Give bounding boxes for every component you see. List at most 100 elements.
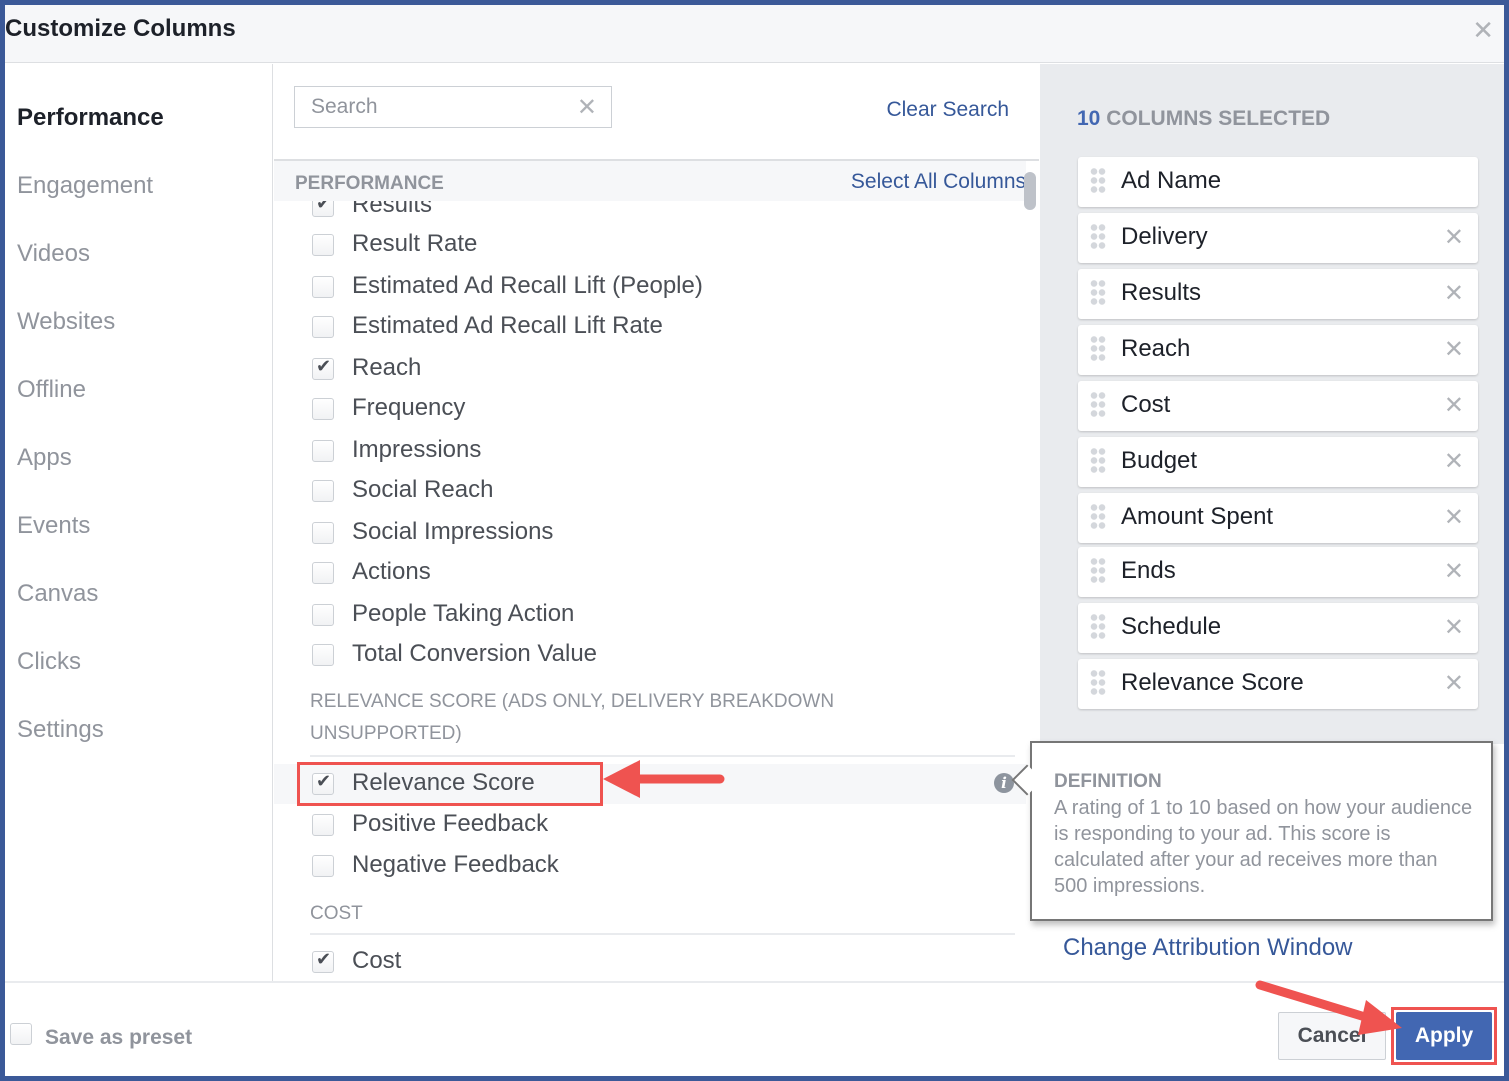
section-header: PERFORMANCE Select All Columns (274, 161, 1026, 201)
nav-item-canvas[interactable]: Canvas (17, 580, 98, 608)
option-label: Estimated Ad Recall Lift Rate (352, 312, 663, 339)
selected-column-label: Amount Spent (1121, 503, 1274, 530)
nav-item-websites[interactable]: Websites (17, 308, 115, 336)
option-checkbox[interactable] (312, 440, 334, 462)
checkmark-icon: ✔ (316, 771, 332, 791)
clear-search-link[interactable]: Clear Search (886, 98, 1009, 122)
remove-column-icon[interactable]: ✕ (1444, 391, 1464, 420)
checkmark-icon: ✔ (316, 356, 332, 376)
column-option[interactable]: ✔ Reach (274, 349, 1026, 389)
drag-handle-icon[interactable] (1090, 391, 1106, 419)
save-preset-label[interactable]: Save as preset (45, 1026, 192, 1050)
column-option[interactable]: Impressions (274, 431, 1026, 471)
remove-column-icon[interactable]: ✕ (1444, 557, 1464, 586)
drag-handle-icon[interactable] (1090, 557, 1106, 585)
column-option[interactable]: ✔ Cost (274, 942, 1026, 981)
remove-column-icon[interactable]: ✕ (1444, 223, 1464, 252)
option-checkbox[interactable] (312, 644, 334, 666)
option-checkbox[interactable] (312, 855, 334, 877)
nav-item-settings[interactable]: Settings (17, 716, 104, 744)
selected-column-label: Results (1121, 279, 1202, 306)
selected-column-ad-name[interactable]: Ad Name (1078, 157, 1478, 207)
close-icon[interactable]: ✕ (1472, 17, 1494, 43)
drag-handle-icon[interactable] (1090, 335, 1106, 363)
selected-column-cost[interactable]: Cost ✕ (1078, 381, 1478, 431)
save-preset-checkbox[interactable] (10, 1023, 32, 1045)
option-label: Actions (352, 558, 431, 585)
remove-column-icon[interactable]: ✕ (1444, 669, 1464, 698)
option-label: People Taking Action (352, 600, 575, 627)
remove-column-icon[interactable]: ✕ (1444, 613, 1464, 642)
selected-column-ends[interactable]: Ends ✕ (1078, 547, 1478, 597)
option-checkbox[interactable] (312, 234, 334, 256)
column-option[interactable]: Total Conversion Value (274, 635, 1026, 675)
dialog-title: Customize Columns (5, 15, 236, 42)
column-option[interactable]: People Taking Action (274, 595, 1026, 635)
column-option[interactable]: Estimated Ad Recall Lift Rate (274, 307, 1026, 347)
search-field[interactable]: ✕ (294, 86, 612, 128)
relevance-group-line2: UNSUPPORTED) (310, 723, 462, 744)
selected-column-results[interactable]: Results ✕ (1078, 269, 1478, 319)
cancel-button[interactable]: Cancel (1278, 1012, 1386, 1060)
nav-item-engagement[interactable]: Engagement (17, 172, 153, 200)
search-input[interactable] (295, 87, 565, 127)
selected-column-delivery[interactable]: Delivery ✕ (1078, 213, 1478, 263)
checkmark-icon: ✔ (316, 949, 332, 969)
apply-button[interactable]: Apply (1396, 1012, 1492, 1060)
nav-item-offline[interactable]: Offline (17, 376, 86, 404)
nav-item-events[interactable]: Events (17, 512, 90, 540)
option-checkbox[interactable] (312, 398, 334, 420)
drag-handle-icon[interactable] (1090, 447, 1106, 475)
column-option[interactable]: Result Rate (274, 225, 1026, 265)
select-all-columns-link[interactable]: Select All Columns (851, 170, 1026, 194)
dialog-footer: Save as preset Cancel Apply (5, 981, 1504, 1076)
drag-handle-icon[interactable] (1090, 167, 1106, 195)
column-option[interactable]: ✔ Relevance Score i (274, 764, 1026, 804)
column-option[interactable]: Actions (274, 553, 1026, 593)
clear-input-icon[interactable]: ✕ (577, 93, 597, 122)
nav-item-videos[interactable]: Videos (17, 240, 90, 268)
remove-column-icon[interactable]: ✕ (1444, 447, 1464, 476)
option-checkbox[interactable] (312, 604, 334, 626)
option-label: Reach (352, 354, 422, 381)
column-option[interactable]: Frequency (274, 389, 1026, 429)
option-checkbox[interactable] (312, 480, 334, 502)
nav-item-clicks[interactable]: Clicks (17, 648, 81, 676)
column-option[interactable]: Social Impressions (274, 513, 1026, 553)
option-label: Cost (352, 947, 402, 974)
option-checkbox[interactable] (312, 276, 334, 298)
option-checkbox[interactable]: ✔ (312, 949, 334, 973)
selected-column-relevance-score[interactable]: Relevance Score ✕ (1078, 659, 1478, 709)
option-checkbox[interactable] (312, 316, 334, 338)
column-option[interactable]: Negative Feedback (274, 846, 1026, 886)
option-label: Total Conversion Value (352, 640, 598, 667)
scrollbar-thumb[interactable] (1024, 172, 1036, 210)
remove-column-icon[interactable]: ✕ (1444, 279, 1464, 308)
remove-column-icon[interactable]: ✕ (1444, 335, 1464, 364)
info-icon[interactable]: i (994, 773, 1014, 793)
drag-handle-icon[interactable] (1090, 279, 1106, 307)
option-checkbox[interactable] (312, 522, 334, 544)
column-options-panel: ✕ Clear Search PERFORMANCE Select All Co… (274, 64, 1039, 981)
group-divider (310, 755, 1015, 757)
selected-column-schedule[interactable]: Schedule ✕ (1078, 603, 1478, 653)
selected-column-amount-spent[interactable]: Amount Spent ✕ (1078, 493, 1478, 543)
drag-handle-icon[interactable] (1090, 669, 1106, 697)
drag-handle-icon[interactable] (1090, 223, 1106, 251)
option-checkbox[interactable] (312, 562, 334, 584)
selected-column-budget[interactable]: Budget ✕ (1078, 437, 1478, 487)
column-option[interactable]: Positive Feedback (274, 805, 1026, 845)
nav-item-apps[interactable]: Apps (17, 444, 72, 472)
option-checkbox[interactable]: ✔ (312, 356, 334, 380)
remove-column-icon[interactable]: ✕ (1444, 503, 1464, 532)
nav-item-performance[interactable]: Performance (17, 104, 164, 132)
option-checkbox[interactable] (312, 814, 334, 836)
option-checkbox[interactable]: ✔ (312, 771, 334, 795)
change-attribution-window-link[interactable]: Change Attribution Window (1063, 934, 1353, 962)
drag-handle-icon[interactable] (1090, 503, 1106, 531)
column-option[interactable]: Social Reach (274, 471, 1026, 511)
selected-column-reach[interactable]: Reach ✕ (1078, 325, 1478, 375)
column-option[interactable]: Estimated Ad Recall Lift (People) (274, 267, 1026, 307)
option-label: Social Reach (352, 476, 494, 503)
drag-handle-icon[interactable] (1090, 613, 1106, 641)
